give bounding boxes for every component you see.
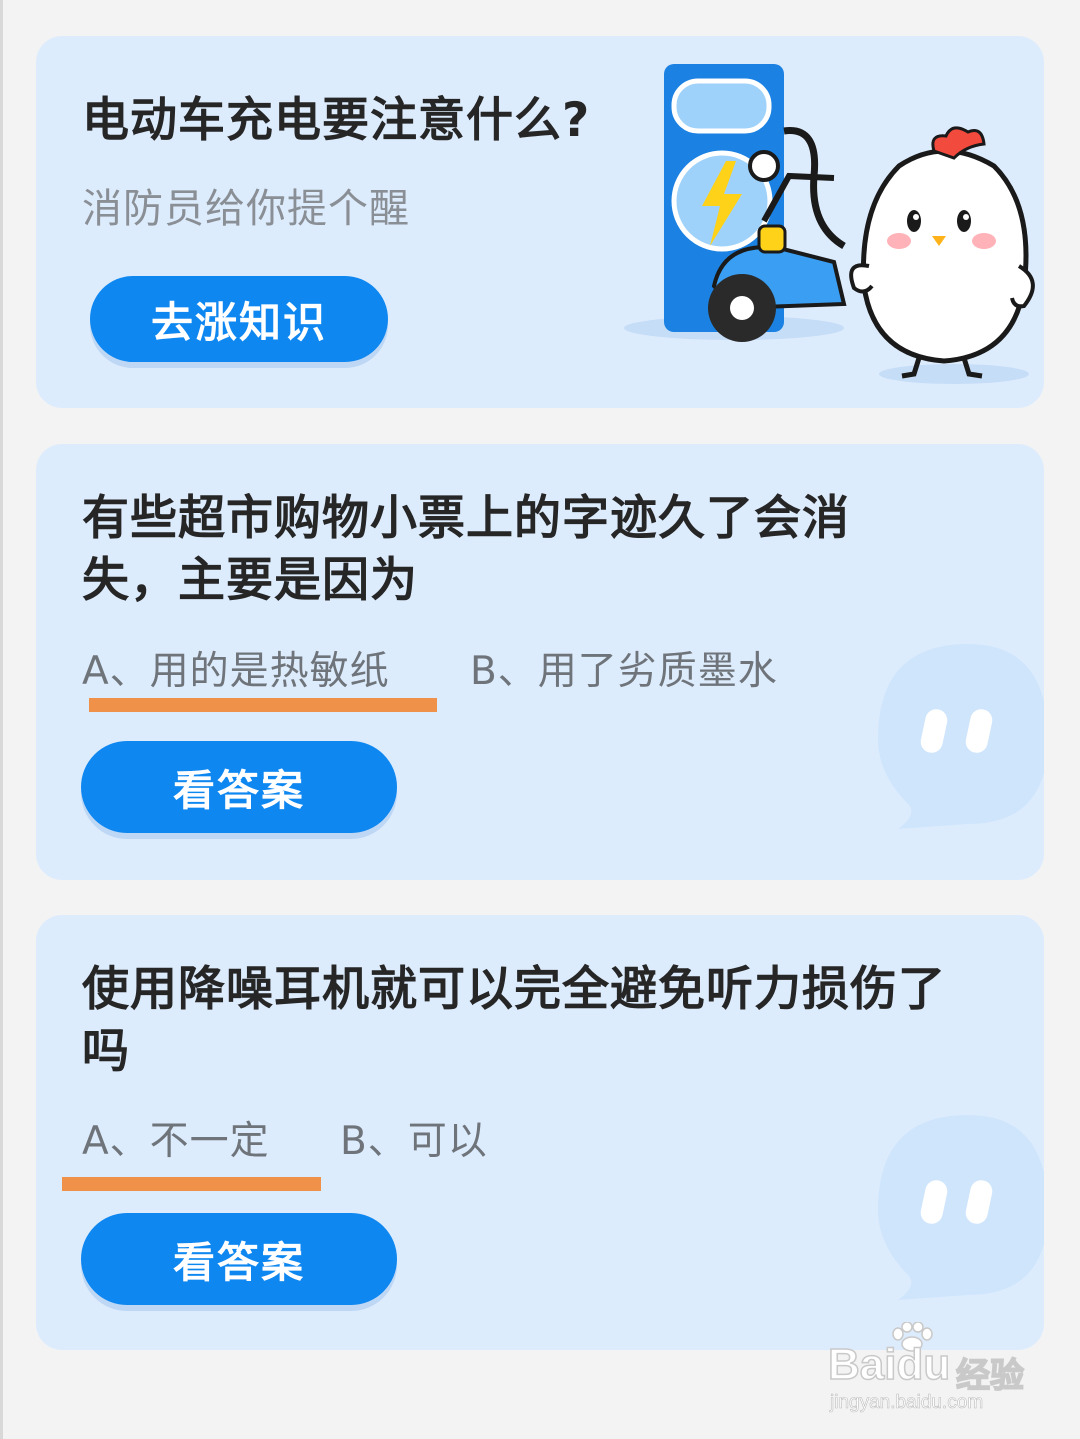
watermark-sub: 经验 bbox=[955, 1355, 1025, 1397]
tip-card[interactable]: 电动车充电要注意什么? 消防员给你提个醒 去涨知识 bbox=[36, 36, 1044, 408]
learn-more-button[interactable]: 去涨知识 bbox=[90, 276, 388, 362]
watermark-brand: Baidu bbox=[827, 1339, 951, 1390]
baidu-jingyan-watermark: Baidu 经验 jingyan.baidu.com bbox=[826, 1322, 1036, 1422]
view-answer-button[interactable]: 看答案 bbox=[81, 1213, 397, 1305]
question-text: 有些超市购物小票上的字迹久了会消失，主要是因为 bbox=[82, 491, 850, 608]
speech-bubble-icon bbox=[878, 644, 1044, 829]
tip-subtitle: 消防员给你提个醒 bbox=[82, 186, 410, 232]
question-text: 使用降噪耳机就可以完全避免听力损伤了吗 bbox=[82, 962, 946, 1079]
quiz-card-1: 有些超市购物小票上的字迹久了会消失，主要是因为 A、用的是热敏纸 B、用了劣质墨… bbox=[36, 444, 1044, 880]
view-answer-button[interactable]: 看答案 bbox=[81, 741, 397, 833]
option-a[interactable]: A、不一定 bbox=[82, 1110, 270, 1166]
tip-title: 电动车充电要注意什么? bbox=[82, 93, 591, 148]
chick-mascot-illustration bbox=[624, 64, 1035, 384]
quiz-card-2: 使用降噪耳机就可以完全避免听力损伤了吗 A、不一定 B、可以 看答案 bbox=[36, 915, 1044, 1350]
watermark-url: jingyan.baidu.com bbox=[830, 1392, 984, 1414]
option-a[interactable]: A、用的是热敏纸 bbox=[82, 640, 390, 696]
option-b[interactable]: B、用了劣质墨水 bbox=[470, 640, 778, 696]
speech-bubble-icon bbox=[878, 1115, 1044, 1300]
left-edge-line bbox=[0, 0, 3, 1439]
answer-underline bbox=[89, 698, 437, 712]
answer-underline bbox=[62, 1177, 321, 1191]
option-b[interactable]: B、可以 bbox=[340, 1110, 488, 1166]
